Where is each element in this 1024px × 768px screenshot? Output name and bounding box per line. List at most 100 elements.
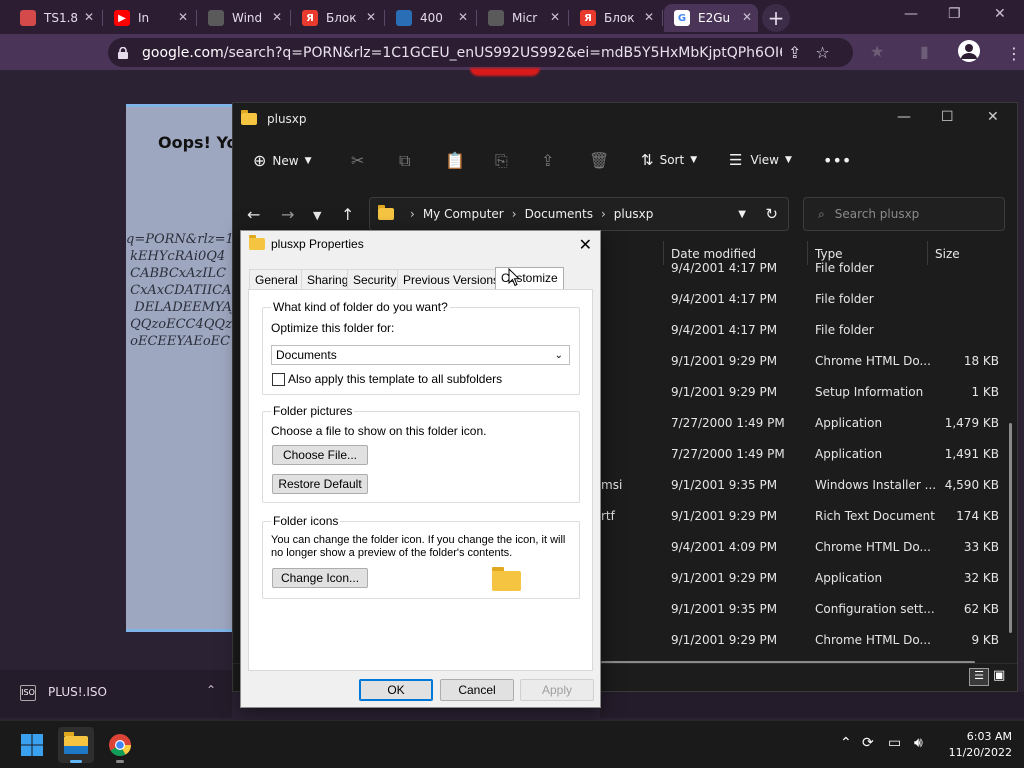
search-placeholder: Search plusxp: [834, 207, 920, 221]
file-explorer-taskbar-icon[interactable]: [58, 727, 94, 763]
restore-icon[interactable]: ❐: [948, 6, 961, 22]
tiles-view-icon[interactable]: ▣: [993, 668, 1005, 683]
new-button[interactable]: ⊕ New ▼: [253, 151, 312, 170]
copy-icon[interactable]: ⧉: [399, 151, 410, 171]
browser-tab[interactable]: TS1.8 ✕: [10, 4, 100, 32]
tab-close-icon[interactable]: ✕: [458, 10, 468, 24]
museum-icon: [488, 10, 504, 26]
minimize-icon[interactable]: —: [904, 6, 918, 22]
file-size: 174 KB: [956, 509, 999, 523]
details-view-icon[interactable]: ☰: [969, 668, 989, 686]
tab-general[interactable]: General: [249, 269, 304, 289]
up-arrow-icon[interactable]: ↑: [341, 205, 354, 224]
breadcrumb-documents[interactable]: Documents: [525, 207, 593, 221]
browser-tab[interactable]: G E2Gu ✕: [664, 4, 758, 32]
scrollbar-thumb[interactable]: [1009, 423, 1012, 633]
optimize-select[interactable]: Documents ⌄: [271, 345, 570, 365]
file-size: 32 KB: [963, 571, 999, 585]
tab-close-icon[interactable]: ✕: [550, 10, 560, 24]
chevron-down-icon: ▼: [304, 155, 312, 166]
browser-tab[interactable]: ▶ In ✕: [104, 4, 194, 32]
file-date: 9/1/2001 9:29 PM: [671, 571, 778, 585]
profile-avatar[interactable]: [958, 40, 980, 62]
file-size: 1,491 KB: [944, 447, 999, 461]
file-date: 7/27/2000 1:49 PM: [671, 447, 785, 461]
tab-previous-versions[interactable]: Previous Versions: [397, 269, 506, 289]
tab-separator: [384, 10, 385, 26]
close-icon[interactable]: ✕: [987, 109, 999, 125]
cancel-button[interactable]: Cancel: [440, 679, 514, 701]
bookmark-star-icon[interactable]: ☆: [815, 43, 829, 62]
more-options-icon[interactable]: •••: [823, 151, 851, 170]
explorer-address-bar[interactable]: › My Computer › Documents › plusxp ▼ ↻: [369, 197, 789, 231]
paste-icon[interactable]: 📋: [445, 151, 465, 170]
maximize-icon[interactable]: ☐: [941, 109, 954, 125]
close-icon[interactable]: ✕: [994, 6, 1006, 22]
dialog-title: plusxp Properties: [271, 237, 364, 251]
search-input[interactable]: ⌕ Search plusxp: [803, 197, 1005, 231]
ok-button[interactable]: OK: [359, 679, 433, 701]
recent-chevron-icon[interactable]: ▼: [313, 209, 321, 222]
share-icon[interactable]: ⇪: [541, 151, 554, 170]
breadcrumb-chevron-icon: ›: [511, 207, 517, 221]
forward-arrow-icon[interactable]: →: [281, 205, 294, 224]
file-date: 9/1/2001 9:29 PM: [671, 633, 778, 647]
rename-icon[interactable]: ⎘: [495, 151, 508, 171]
apply-button[interactable]: Apply: [520, 679, 594, 701]
tray-chevron-up-icon[interactable]: ⌃: [840, 735, 852, 751]
breadcrumb-my-computer[interactable]: My Computer: [423, 207, 504, 221]
chrome-taskbar-icon[interactable]: [102, 727, 138, 763]
file-type: Chrome HTML Do...: [815, 540, 931, 554]
tab-close-icon[interactable]: ✕: [178, 10, 188, 24]
tab-label: Блок: [326, 11, 357, 25]
windows-start-icon[interactable]: [14, 727, 50, 763]
file-date: 9/4/2001 4:17 PM: [671, 323, 778, 337]
cut-icon[interactable]: ✂: [351, 151, 364, 170]
close-icon[interactable]: ✕: [579, 235, 592, 255]
browser-tab[interactable]: Micr ✕: [478, 4, 566, 32]
sync-icon[interactable]: ⟳: [862, 735, 874, 751]
column-header-size[interactable]: Size: [935, 247, 960, 261]
choose-file-button[interactable]: Choose File...: [272, 445, 368, 465]
download-chevron-up-icon[interactable]: ⌃: [206, 683, 216, 697]
column-header-date[interactable]: Date modified: [671, 247, 756, 261]
breadcrumb-plusxp[interactable]: plusxp: [614, 207, 654, 221]
back-arrow-icon[interactable]: ←: [247, 205, 260, 224]
apply-subfolders-checkbox[interactable]: [272, 373, 285, 386]
tab-separator: [196, 10, 197, 26]
query-text-line: CxAxCDATIICA: [126, 283, 232, 298]
view-button[interactable]: ☰ View ▼: [729, 151, 792, 169]
refresh-icon[interactable]: ↻: [765, 205, 778, 223]
tab-close-icon[interactable]: ✕: [366, 10, 376, 24]
sort-button[interactable]: ⇅ Sort ▼: [641, 151, 697, 169]
download-filename[interactable]: PLUS!.ISO: [48, 685, 107, 699]
tab-close-icon[interactable]: ✕: [84, 10, 94, 24]
address-bar[interactable]: google.com/search?q=PORN&rlz=1C1GCEU_enU…: [108, 38, 853, 67]
tab-close-icon[interactable]: ✕: [742, 10, 752, 24]
address-dropdown-icon[interactable]: ▼: [738, 209, 746, 220]
url-text: google.com/search?q=PORN&rlz=1C1GCEU_enU…: [142, 44, 782, 61]
volume-icon[interactable]: 🔊︎: [914, 735, 923, 751]
browser-tab[interactable]: Я Блок ✕: [292, 4, 382, 32]
browser-tab[interactable]: Я Блок ✕: [570, 4, 660, 32]
tab-customize[interactable]: Customize: [495, 267, 564, 291]
minimize-icon[interactable]: —: [897, 109, 911, 125]
restore-default-button[interactable]: Restore Default: [272, 474, 368, 494]
tab-security[interactable]: Security: [347, 269, 403, 289]
extension-icon[interactable]: ★: [870, 42, 884, 61]
delete-icon[interactable]: 🗑: [589, 151, 609, 170]
menu-kebab-icon[interactable]: ⋮: [1006, 44, 1022, 63]
browser-tab[interactable]: 400 ✕: [386, 4, 474, 32]
browser-tab[interactable]: Wind ✕: [198, 4, 288, 32]
column-header-type[interactable]: Type: [815, 247, 843, 261]
change-icon-button[interactable]: Change Icon...: [272, 568, 368, 588]
sidepanel-icon[interactable]: ▮: [920, 42, 929, 61]
optimize-selected-value: Documents: [276, 348, 337, 362]
tab-close-icon[interactable]: ✕: [272, 10, 282, 24]
new-tab-button[interactable]: +: [762, 4, 790, 32]
tab-close-icon[interactable]: ✕: [644, 10, 654, 24]
share-icon[interactable]: ⇪: [788, 43, 801, 62]
page-query-text: q=PORN&rlz=1 kEHYcRAi0Q4 CABBCxAzILC CxA…: [126, 231, 236, 350]
system-clock[interactable]: 6:03 AM 11/20/2022: [949, 729, 1012, 761]
display-icon[interactable]: ▭: [888, 735, 901, 751]
